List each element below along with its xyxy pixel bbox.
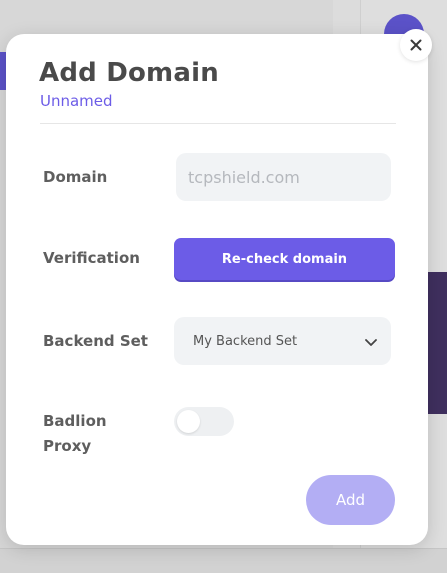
backend-set-select[interactable]: My Backend Set <box>174 317 391 365</box>
verification-label: Verification <box>43 249 140 267</box>
close-button[interactable] <box>400 29 432 61</box>
badlion-proxy-toggle[interactable] <box>174 407 234 436</box>
modal-subtitle: Unnamed <box>40 92 113 110</box>
domain-input[interactable] <box>176 153 391 201</box>
toggle-knob <box>177 410 200 433</box>
modal-title: Add Domain <box>39 58 219 88</box>
domain-label: Domain <box>43 168 108 186</box>
add-button[interactable]: Add <box>306 475 395 525</box>
add-domain-modal: Add Domain Unnamed Domain Verification R… <box>6 34 428 545</box>
divider <box>40 123 396 124</box>
recheck-domain-button[interactable]: Re-check domain <box>174 238 395 280</box>
background-banner <box>427 272 447 414</box>
backend-set-value: My Backend Set <box>193 333 298 349</box>
chevron-down-icon <box>365 332 377 351</box>
badlion-proxy-label: Badlion Proxy <box>43 412 107 455</box>
backend-set-label: Backend Set <box>43 332 148 350</box>
background-footer <box>0 548 447 573</box>
close-icon <box>410 36 422 55</box>
